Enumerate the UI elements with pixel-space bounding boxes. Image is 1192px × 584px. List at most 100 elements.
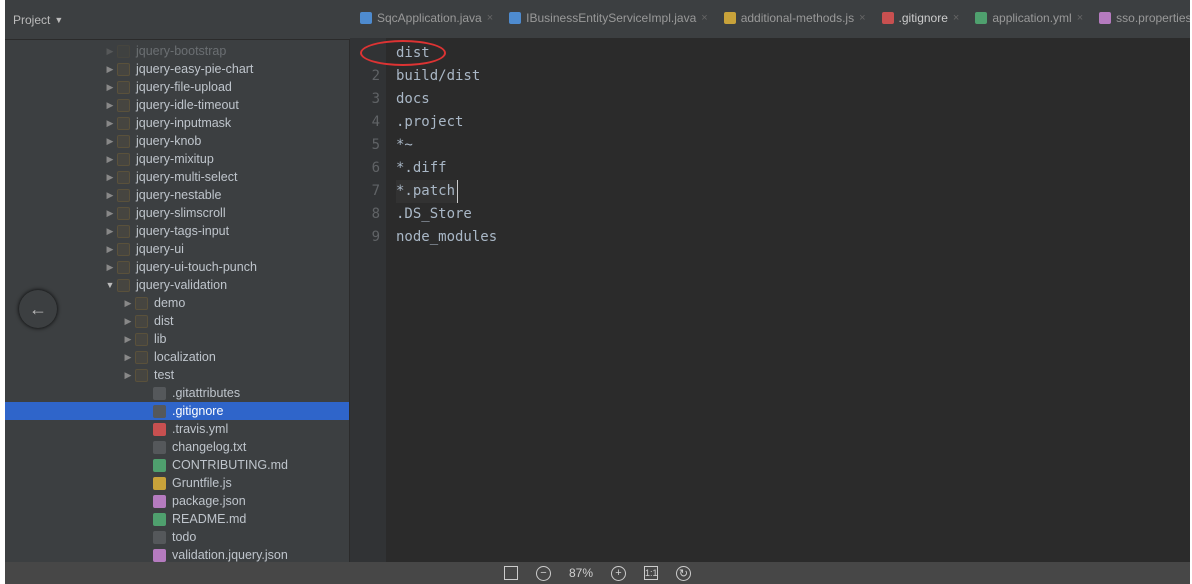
actual-size-button[interactable]: 1:1	[644, 566, 658, 580]
tree-item-label: jquery-validation	[136, 278, 227, 292]
tree-folder[interactable]: ▶jquery-ui-touch-punch	[5, 258, 349, 276]
chevron-right-icon[interactable]: ▶	[105, 154, 115, 165]
code-line[interactable]: node_modules	[396, 226, 1190, 249]
editor-tab[interactable]: application.yml ×	[969, 8, 1089, 30]
tree-folder[interactable]: ▶jquery-idle-timeout	[5, 96, 349, 114]
chevron-right-icon[interactable]: ▶	[123, 370, 133, 381]
tree-file[interactable]: .gitignore	[5, 402, 349, 420]
tree-file[interactable]: .gitattributes	[5, 384, 349, 402]
chevron-right-icon[interactable]: ▶	[105, 64, 115, 75]
chevron-right-icon[interactable]: ▶	[105, 262, 115, 273]
chevron-right-icon[interactable]: ▶	[105, 118, 115, 129]
editor-tab[interactable]: additional-methods.js×	[718, 8, 872, 30]
file-icon	[153, 387, 166, 400]
collapse-handle[interactable]: ←	[19, 290, 57, 328]
chevron-right-icon[interactable]: ▶	[123, 334, 133, 345]
tree-file[interactable]: Gruntfile.js	[5, 474, 349, 492]
chevron-right-icon[interactable]: ▶	[105, 172, 115, 183]
viewer-statusbar: − 87% + 1:1 ↻	[5, 562, 1190, 584]
folder-icon	[117, 81, 130, 94]
chevron-right-icon[interactable]: ▶	[105, 136, 115, 147]
tree-folder[interactable]: ▶test	[5, 366, 349, 384]
tree-folder[interactable]: ▶jquery-inputmask	[5, 114, 349, 132]
line-number: 3	[350, 88, 380, 111]
code-line[interactable]: *.diff	[396, 157, 1190, 180]
file-icon	[153, 441, 166, 454]
tree-file[interactable]: CONTRIBUTING.md	[5, 456, 349, 474]
tree-folder[interactable]: ▶jquery-mixitup	[5, 150, 349, 168]
close-icon[interactable]: ×	[701, 12, 707, 24]
folder-icon	[135, 315, 148, 328]
tree-item-label: jquery-tags-input	[136, 224, 229, 238]
code-line[interactable]: docs	[396, 88, 1190, 111]
zoom-out-button[interactable]: −	[536, 566, 551, 581]
tree-folder[interactable]: ▶jquery-file-upload	[5, 78, 349, 96]
chevron-right-icon[interactable]: ▶	[105, 244, 115, 255]
java-file-icon	[360, 12, 372, 24]
tree-item-label: validation.jquery.json	[172, 548, 288, 562]
tree-folder[interactable]: ▶lib	[5, 330, 349, 348]
code-line[interactable]: dist	[396, 42, 1190, 65]
folder-icon	[117, 45, 130, 58]
tree-item-label: .gitattributes	[172, 386, 240, 400]
code-line[interactable]: *.patch	[396, 180, 1190, 203]
tree-folder[interactable]: ▶jquery-multi-select	[5, 168, 349, 186]
tab-label: SqcApplication.java	[377, 11, 482, 25]
tree-folder[interactable]: ▶jquery-nestable	[5, 186, 349, 204]
rotate-button[interactable]: ↻	[676, 566, 691, 581]
plus-icon: +	[611, 566, 626, 581]
chevron-down-icon[interactable]: ▼	[105, 280, 115, 290]
tab-label: application.yml	[992, 11, 1071, 25]
editor-tab[interactable]: IBusinessEntityServiceImpl.java×	[503, 8, 714, 30]
ide-window: Project ▼ ⇲ ⚙ – SqcApplication.java×IBus…	[5, 0, 1190, 584]
tree-folder[interactable]: ▶jquery-easy-pie-chart	[5, 60, 349, 78]
tree-folder[interactable]: ▶jquery-bootstrap	[5, 42, 349, 60]
code-line[interactable]: build/dist	[396, 65, 1190, 88]
code-line[interactable]: .DS_Store	[396, 203, 1190, 226]
chevron-right-icon[interactable]: ▶	[105, 190, 115, 201]
line-number: 4	[350, 111, 380, 134]
tree-folder[interactable]: ▶dist	[5, 312, 349, 330]
fit-page-button[interactable]	[504, 566, 518, 580]
md-icon	[153, 513, 166, 526]
close-icon[interactable]: ×	[487, 12, 493, 24]
folder-icon	[117, 153, 130, 166]
folder-icon	[117, 243, 130, 256]
tree-folder[interactable]: ▶jquery-ui	[5, 240, 349, 258]
tree-folder[interactable]: ▶jquery-knob	[5, 132, 349, 150]
tree-folder[interactable]: ▶localization	[5, 348, 349, 366]
tree-folder[interactable]: ▶ jquery-slimscroll	[5, 204, 349, 222]
chevron-right-icon[interactable]: ▶	[105, 100, 115, 111]
tree-file[interactable]: todo	[5, 528, 349, 546]
chevron-right-icon[interactable]: ▶	[105, 226, 115, 237]
editor-tab[interactable]: .gitignore ×	[876, 8, 966, 30]
code-line[interactable]: *~	[396, 134, 1190, 157]
project-tool-label[interactable]: Project ▼	[7, 11, 69, 29]
chevron-right-icon[interactable]: ▶	[123, 316, 133, 327]
tab-label: .gitignore	[899, 11, 948, 25]
close-icon[interactable]: ×	[859, 12, 865, 24]
tree-item-label: todo	[172, 530, 196, 544]
tree-file[interactable]: README.md	[5, 510, 349, 528]
tree-file[interactable]: package.json	[5, 492, 349, 510]
close-icon[interactable]: ×	[953, 12, 959, 24]
tree-folder[interactable]: ▼ jquery-validation	[5, 276, 349, 294]
line-number: 6	[350, 157, 380, 180]
tree-folder[interactable]: ▶ jquery-tags-input	[5, 222, 349, 240]
chevron-right-icon[interactable]: ▶	[123, 298, 133, 309]
chevron-right-icon[interactable]: ▶	[105, 46, 115, 57]
tree-item-label: jquery-slimscroll	[136, 206, 226, 220]
editor-code[interactable]: distbuild/distdocs.project*~*.diff*.patc…	[386, 38, 1190, 562]
tree-file[interactable]: changelog.txt	[5, 438, 349, 456]
chevron-right-icon[interactable]: ▶	[105, 82, 115, 93]
close-icon[interactable]: ×	[1077, 12, 1083, 24]
tree-file[interactable]: .travis.yml	[5, 420, 349, 438]
zoom-in-button[interactable]: +	[611, 566, 626, 581]
code-line[interactable]: .project	[396, 111, 1190, 134]
chevron-right-icon[interactable]: ▶	[105, 208, 115, 219]
chevron-right-icon[interactable]: ▶	[123, 352, 133, 363]
tree-item-label: package.json	[172, 494, 246, 508]
editor-tab[interactable]: sso.properties×	[1093, 8, 1190, 30]
editor-tab[interactable]: SqcApplication.java ×	[354, 8, 499, 30]
folder-icon	[135, 351, 148, 364]
